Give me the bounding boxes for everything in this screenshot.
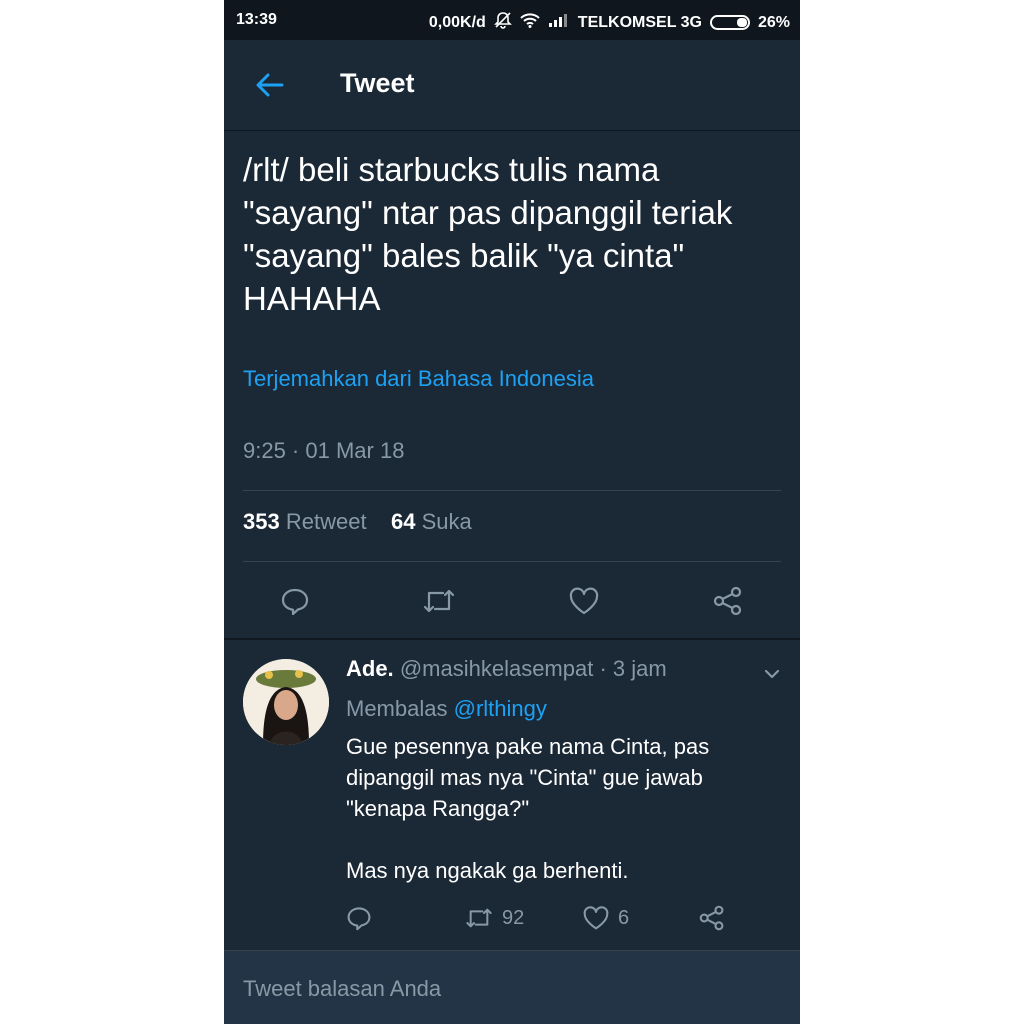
status-bar: 13:39 0,00K/d TELKOMSEL 3G 26% [224,0,800,40]
divider [243,490,781,491]
share-icon [699,905,724,931]
share-button[interactable] [708,578,748,624]
like-icon [583,906,609,930]
status-time: 13:39 [236,11,277,28]
tweet-timestamp: 9:25 · 01 Mar 18 [243,438,405,463]
wifi-icon [520,12,540,33]
status-right: 0,00K/d TELKOMSEL 3G 26% [429,11,790,34]
retweet-label: Retweet [285,509,367,534]
reply-actions: 92 6 [346,900,786,936]
translate-link[interactable]: Terjemahkan dari Bahasa Indonesia [243,366,594,392]
reply-like-count: 6 [618,906,630,929]
reply-retweet-button[interactable]: 92 [464,900,524,936]
reply-menu-button[interactable] [762,664,782,684]
retweet-button[interactable] [419,578,459,624]
reply-time: · 3 jam [599,656,667,681]
replying-mention[interactable]: @rlthingy [454,696,547,721]
back-button[interactable] [254,70,286,100]
network-speed: 0,00K/d [428,13,486,31]
replying-to: Membalas @rlthingy [346,696,547,722]
signal-icon [548,13,570,32]
like-icon [569,587,599,615]
retweet-icon [466,908,492,928]
page-title: Tweet [340,68,415,98]
app-header: Tweet [224,40,800,131]
tweet-stats: 353 Retweet 64 Suka [243,509,472,535]
composer-placeholder: Tweet balasan Anda [243,976,442,1001]
reply-icon [281,588,309,616]
like-count: 64 [391,509,416,534]
avatar[interactable] [243,659,329,745]
reply-icon [347,907,371,931]
like-button[interactable] [564,578,604,624]
divider [243,561,781,562]
reply-like-button[interactable]: 6 [582,900,629,936]
reply-header: Ade. @masihkelasempat · 3 jam [346,656,667,682]
reply-composer[interactable]: Tweet balasan Anda [224,950,800,1024]
battery-icon [709,15,750,30]
share-icon [713,586,742,616]
like-label: Suka [421,509,472,534]
reply-share-button[interactable] [698,900,726,936]
carrier-name: TELKOMSEL 3G [577,13,702,31]
chevron-down-icon [764,669,780,679]
mute-icon [493,11,512,34]
avatar-image [243,659,329,745]
retweet-stat[interactable]: 353 Retweet [243,509,367,534]
tweet-actions [224,578,800,624]
reply-button[interactable] [275,578,315,624]
like-stat[interactable]: 64 Suka [391,509,472,534]
section-separator [224,638,800,640]
back-arrow-icon [256,73,284,97]
retweet-icon [423,589,455,613]
reply-retweet-count: 92 [502,906,525,929]
reply-author-name[interactable]: Ade. [346,656,394,681]
replying-label: Membalas [346,696,448,721]
phone-screen: 13:39 0,00K/d TELKOMSEL 3G 26% Tweet /rl… [224,0,800,1024]
reply-text: Gue pesennya pake nama Cinta, pas dipang… [346,734,710,883]
reply-reply-button[interactable] [346,900,372,936]
reply-author-handle[interactable]: @masihkelasempat [400,656,594,681]
retweet-count: 353 [243,509,280,534]
battery-level: 26% [757,13,790,31]
tweet-text: /rlt/ beli starbucks tulis nama "sayang"… [243,151,733,317]
